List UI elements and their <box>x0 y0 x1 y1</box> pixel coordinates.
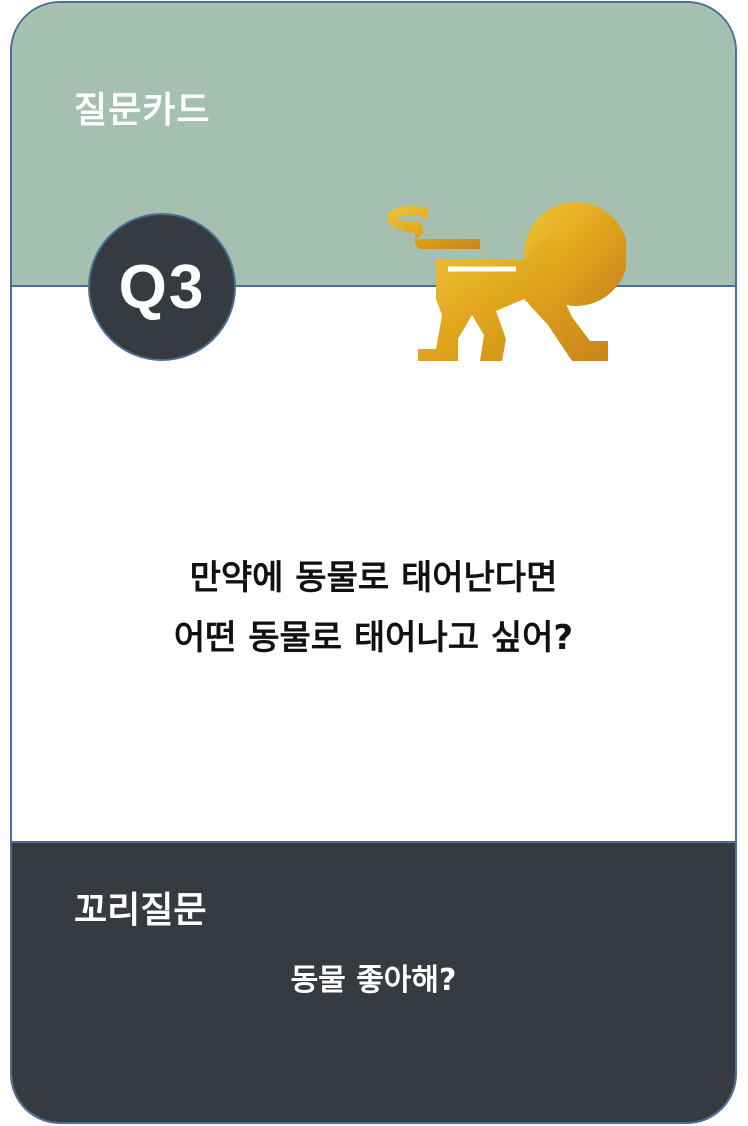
question-number-badge: Q3 <box>88 213 236 361</box>
card-type-label: 질문카드 <box>74 90 211 131</box>
question-number: Q3 <box>118 252 206 322</box>
question-line-2: 어떤 동물로 태어나고 싶어? <box>173 618 574 658</box>
tail-question-title: 꼬리질문 <box>74 890 207 931</box>
question-text: 만약에 동물로 태어난다면 어떤 동물로 태어나고 싶어? <box>12 548 735 668</box>
tail-question-band: 꼬리질문 동물 좋아해? <box>12 841 735 1122</box>
question-line-1: 만약에 동물로 태어난다면 <box>189 558 558 598</box>
tail-question-text: 동물 좋아해? <box>290 963 457 998</box>
lion-icon <box>388 202 626 361</box>
question-card: 질문카드 Q3 만약에 동물로 태어난다면 어떤 동물로 태어나고 싶어? 꼬리… <box>10 1 737 1124</box>
